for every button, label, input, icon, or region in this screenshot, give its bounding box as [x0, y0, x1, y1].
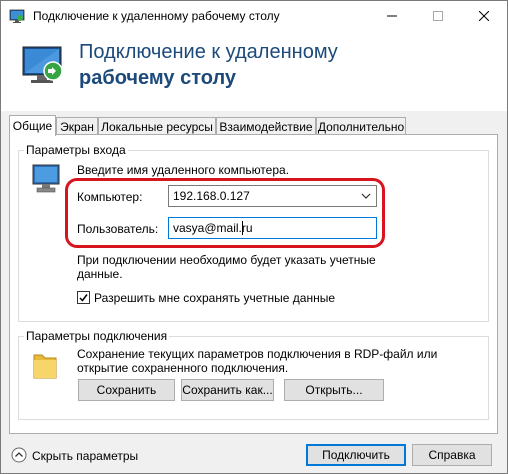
save-credentials-label[interactable]: Разрешить мне сохранять учетные данные — [94, 291, 335, 305]
folder-icon — [33, 354, 57, 379]
maximize-icon — [433, 11, 443, 21]
open-button[interactable]: Открыть... — [284, 379, 384, 401]
close-icon — [479, 11, 489, 21]
header-banner: Подключение к удаленному рабочему столу — [1, 31, 507, 111]
rdp-file-desc-line2: открытие сохраненного подключения. — [77, 361, 289, 375]
tab-experience[interactable]: Взаимодействие — [216, 117, 316, 135]
close-button[interactable] — [461, 1, 507, 31]
highlight-annotation — [65, 178, 385, 248]
login-settings-legend: Параметры входа — [24, 143, 128, 157]
credentials-note-line2: данные. — [77, 267, 123, 281]
minimize-button[interactable] — [369, 1, 415, 31]
connect-button[interactable]: Подключить — [306, 444, 406, 466]
computer-icon — [32, 164, 60, 193]
connection-settings-legend: Параметры подключения — [24, 329, 170, 343]
header-title-line2: рабочему столу — [79, 67, 237, 89]
credentials-note-line1: При подключении необходимо будет указать… — [77, 253, 376, 267]
tab-general[interactable]: Общие — [9, 115, 56, 136]
tab-local-resources[interactable]: Локальные ресурсы — [98, 117, 216, 135]
tab-display[interactable]: Экран — [56, 117, 98, 135]
tab-advanced[interactable]: Дополнительно — [316, 117, 406, 135]
title-bar[interactable]: Подключение к удаленному рабочему столу — [1, 1, 507, 31]
window-title: Подключение к удаленному рабочему столу — [33, 9, 280, 23]
remote-desktop-icon — [9, 9, 25, 23]
minimize-icon — [387, 15, 397, 17]
save-button[interactable]: Сохранить — [78, 379, 175, 401]
remote-desktop-icon — [22, 46, 63, 83]
chevron-up-circle-icon[interactable] — [11, 447, 27, 463]
help-button[interactable]: Справка — [412, 444, 492, 466]
save-credentials-checkbox[interactable] — [77, 291, 90, 304]
maximize-button[interactable] — [415, 1, 461, 31]
save-as-button[interactable]: Сохранить как... — [181, 379, 274, 401]
login-prompt: Введите имя удаленного компьютера. — [77, 163, 290, 177]
rdp-file-desc-line1: Сохранение текущих параметров подключени… — [77, 347, 438, 361]
hide-options-link[interactable]: Скрыть параметры — [32, 449, 138, 463]
checkmark-icon — [79, 294, 88, 302]
header-title-line1: Подключение к удаленному — [79, 41, 338, 63]
rdp-window: Подключение к удаленному рабочему столу … — [0, 0, 508, 474]
